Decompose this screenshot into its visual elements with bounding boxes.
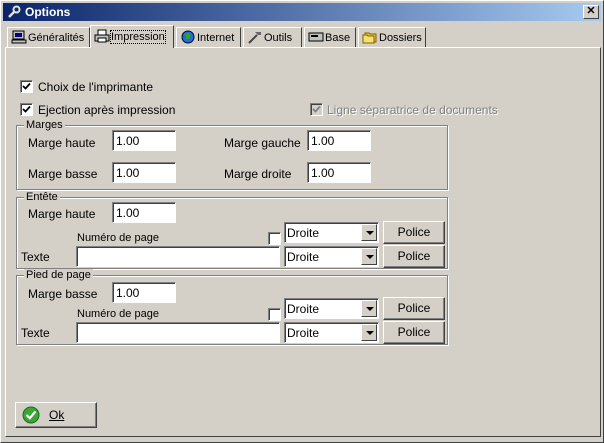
close-button[interactable]: ✕ xyxy=(583,5,599,19)
checkmark-icon xyxy=(22,82,31,90)
choix-imprimante-checkbox[interactable] xyxy=(20,80,33,93)
tab-internet[interactable]: Internet xyxy=(176,27,241,47)
tab-label: Dossiers xyxy=(379,32,422,44)
checkmark-icon xyxy=(22,406,40,424)
marge-droite-label: Marge droite xyxy=(224,167,292,181)
ok-button[interactable]: Ok xyxy=(15,402,97,428)
options-window: Options ✕ Généralités Impression Interne… xyxy=(0,0,604,443)
entete-marge-input[interactable]: 1.00 xyxy=(112,202,176,223)
computer-icon xyxy=(11,30,27,44)
pied-marge-input[interactable]: 1.00 xyxy=(112,282,176,303)
choix-imprimante-label: Choix de l'imprimante xyxy=(38,80,154,94)
tools-icon xyxy=(248,32,261,44)
tab-label: Généralités xyxy=(28,32,85,44)
selected-value: Droite xyxy=(287,250,320,264)
pied-numero-label: Numéro de page xyxy=(77,308,159,320)
marge-haute-input[interactable]: 1.00 xyxy=(112,130,176,151)
globe-icon xyxy=(181,30,195,44)
pied-texte-input[interactable] xyxy=(76,322,280,343)
entete-legend: Entête xyxy=(24,191,60,203)
pied-texte-select[interactable]: Droite xyxy=(284,322,379,343)
ligne-separatrice-label: Ligne séparatrice de documents xyxy=(327,103,498,117)
checkmark-icon xyxy=(312,105,321,113)
chevron-down-icon[interactable] xyxy=(361,224,377,241)
title-bar[interactable]: Options ✕ xyxy=(3,3,601,21)
tab-impression[interactable]: Impression xyxy=(90,25,174,48)
pied-numero-checkbox[interactable] xyxy=(268,308,281,321)
entete-marge-label: Marge haute xyxy=(28,207,96,221)
pied-police-button-2[interactable]: Police xyxy=(383,321,445,344)
wrench-icon xyxy=(8,5,21,18)
entete-texte-label: Texte xyxy=(21,250,50,264)
marge-haute-label: Marge haute xyxy=(28,136,96,150)
marge-basse-input[interactable]: 1.00 xyxy=(112,162,176,183)
printer-icon xyxy=(94,29,110,43)
tab-label: Outils xyxy=(264,32,293,44)
selected-value: Droite xyxy=(287,226,320,240)
ligne-separatrice-checkbox[interactable] xyxy=(310,103,323,116)
pied-texte-label: Texte xyxy=(21,326,50,340)
ejection-label: Ejection après impression xyxy=(38,103,176,117)
entete-texte-input[interactable] xyxy=(76,246,280,267)
marge-basse-label: Marge basse xyxy=(28,167,98,181)
folders-icon xyxy=(362,32,377,44)
window-title: Options xyxy=(25,5,71,19)
ejection-checkbox[interactable] xyxy=(20,103,33,116)
entete-police-button-2[interactable]: Police xyxy=(383,245,445,268)
chevron-down-icon[interactable] xyxy=(361,248,377,265)
ok-label: Ok xyxy=(49,408,65,422)
pied-legend: Pied de page xyxy=(24,269,93,281)
tab-outils[interactable]: Outils xyxy=(243,27,302,47)
entete-numero-select[interactable]: Droite xyxy=(284,222,379,243)
pied-marge-label: Marge basse xyxy=(28,287,98,301)
tab-label: Internet xyxy=(197,32,235,44)
pied-numero-select[interactable]: Droite xyxy=(284,298,379,319)
selected-value: Droite xyxy=(287,302,320,316)
entete-police-button-1[interactable]: Police xyxy=(383,221,445,244)
pied-police-button-1[interactable]: Police xyxy=(383,297,445,320)
tab-base[interactable]: Base xyxy=(304,27,356,47)
checkmark-icon xyxy=(22,105,31,113)
tab-dossiers[interactable]: Dossiers xyxy=(358,27,426,47)
database-icon xyxy=(308,32,324,42)
selected-value: Droite xyxy=(287,326,320,340)
entete-numero-label: Numéro de page xyxy=(77,232,159,244)
marge-gauche-label: Marge gauche xyxy=(224,136,301,150)
tab-label: Impression xyxy=(110,30,166,44)
chevron-down-icon[interactable] xyxy=(361,324,377,341)
chevron-down-icon[interactable] xyxy=(361,300,377,317)
marge-droite-input[interactable]: 1.00 xyxy=(307,162,371,183)
entete-numero-checkbox[interactable] xyxy=(268,232,281,245)
marges-legend: Marges xyxy=(24,119,65,131)
tab-label: Base xyxy=(325,32,351,44)
marge-gauche-input[interactable]: 1.00 xyxy=(307,130,371,151)
entete-texte-select[interactable]: Droite xyxy=(284,246,379,267)
tab-generalites[interactable]: Généralités xyxy=(7,27,90,47)
